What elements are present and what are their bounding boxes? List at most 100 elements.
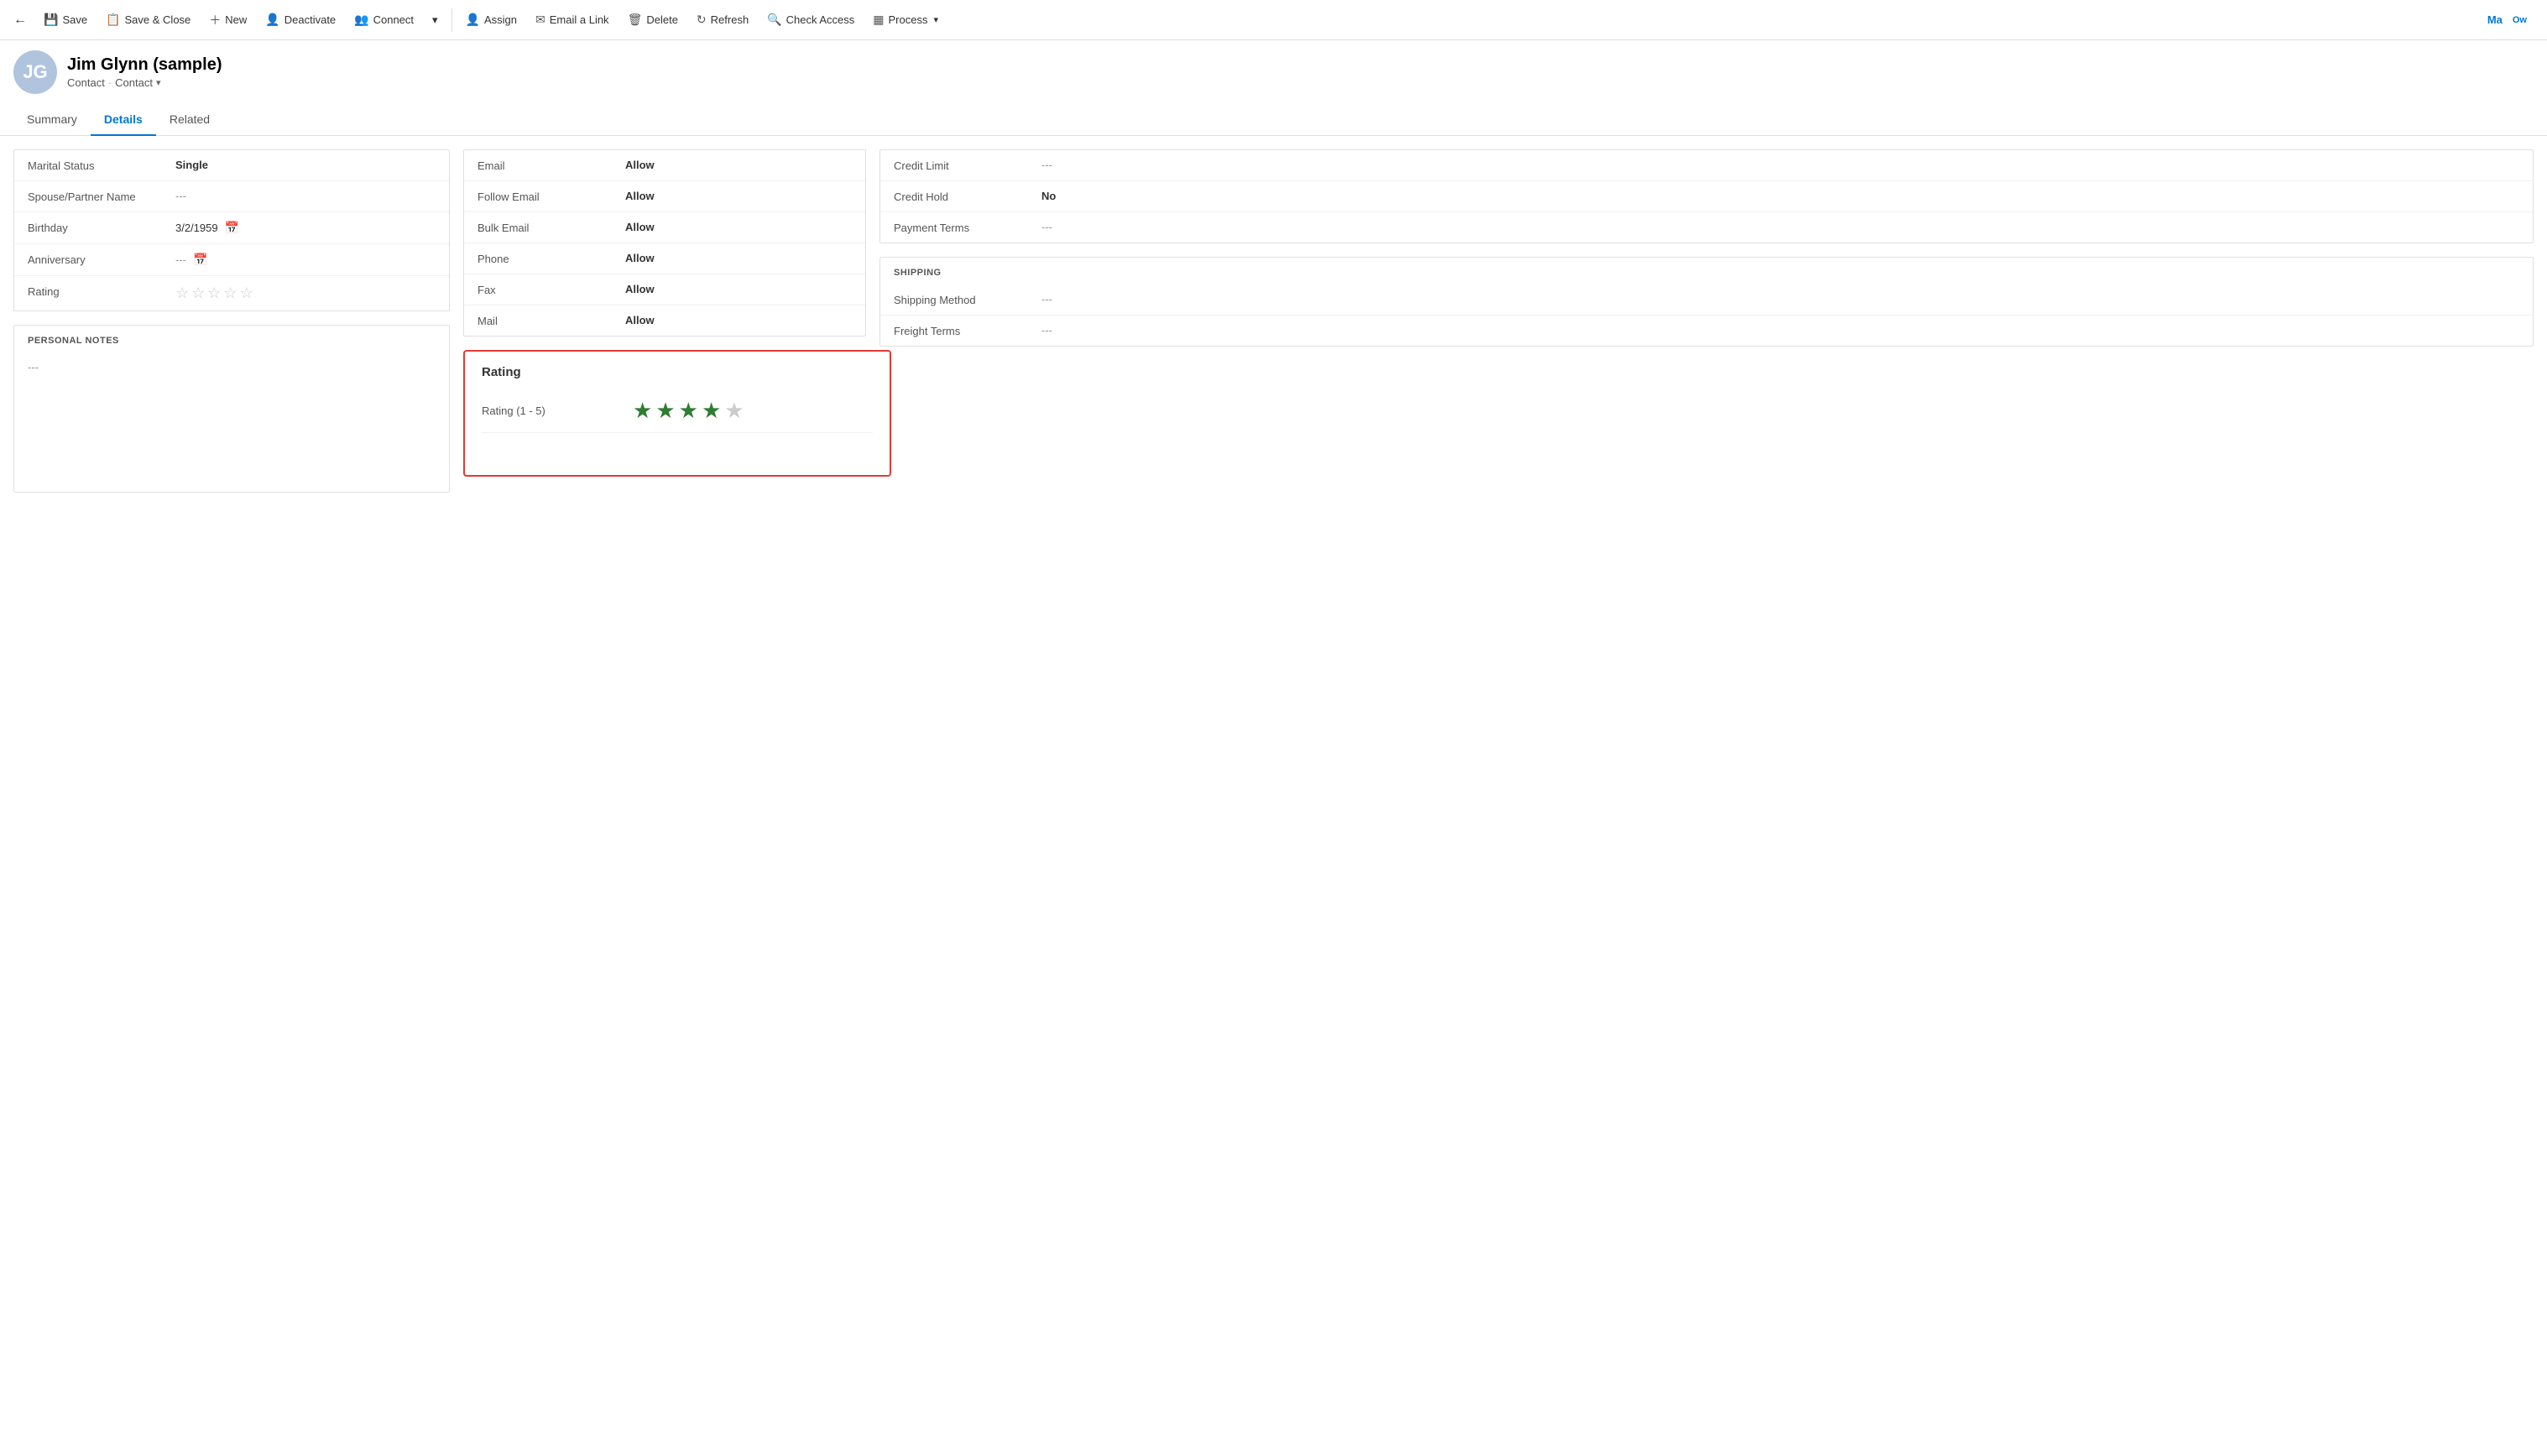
fax-pref-label: Fax: [478, 283, 612, 296]
birthday-value: 3/2/1959 📅: [175, 221, 436, 235]
email-icon: ✉: [535, 13, 545, 27]
freight-terms-value: ---: [1041, 324, 2519, 337]
fax-pref-row: Fax Allow: [464, 274, 865, 305]
new-icon: ＋: [209, 12, 221, 29]
popup-star-3[interactable]: ★: [679, 398, 698, 424]
process-icon: ▦: [873, 13, 884, 27]
star-2[interactable]: ☆: [191, 284, 205, 302]
payment-terms-value: ---: [1041, 221, 2519, 233]
star-4[interactable]: ☆: [223, 284, 237, 302]
left-column: Marital Status Single Spouse/Partner Nam…: [13, 149, 450, 493]
billing-card: Credit Limit --- Credit Hold No Payment …: [879, 149, 2534, 243]
marital-status-value: Single: [175, 159, 436, 171]
bulk-email-row: Bulk Email Allow: [464, 212, 865, 243]
process-button[interactable]: ▦ Process ▾: [864, 8, 947, 32]
phone-pref-row: Phone Allow: [464, 243, 865, 274]
personal-rating-value: ☆ ☆ ☆ ☆ ☆: [175, 284, 436, 302]
personal-rating-row: Rating ☆ ☆ ☆ ☆ ☆: [14, 276, 449, 311]
popup-star-2[interactable]: ★: [655, 398, 675, 424]
anniversary-value: --- 📅: [175, 253, 436, 267]
rating-popup-label: Rating (1 - 5): [482, 404, 616, 417]
rating-popup-row: Rating (1 - 5) ★ ★ ★ ★ ★: [482, 389, 873, 433]
star-5[interactable]: ☆: [240, 284, 253, 302]
email-pref-row: Email Allow: [464, 150, 865, 181]
anniversary-calendar-icon[interactable]: 📅: [193, 253, 207, 267]
contact-header: JG Jim Glynn (sample) Contact · Contact …: [0, 40, 2547, 94]
deactivate-button[interactable]: 👤 Deactivate: [257, 8, 344, 32]
credit-limit-row: Credit Limit ---: [880, 150, 2533, 181]
contact-name: Jim Glynn (sample): [67, 55, 222, 75]
refresh-icon: ↻: [697, 13, 707, 27]
delete-icon: 🗑: [628, 13, 643, 27]
rating-popup-title: Rating: [482, 365, 873, 379]
toolbar: ← 💾 Save 📋 Save & Close ＋ New 👤 Deactiva…: [0, 0, 2547, 40]
marital-status-row: Marital Status Single: [14, 150, 449, 181]
shipping-method-label: Shipping Method: [894, 293, 1028, 306]
assign-button[interactable]: 👤 Assign: [457, 8, 525, 32]
payment-terms-label: Payment Terms: [894, 221, 1028, 234]
personal-notes-value[interactable]: ---: [28, 361, 436, 428]
popup-star-1[interactable]: ★: [633, 398, 652, 424]
birthday-row: Birthday 3/2/1959 📅: [14, 212, 449, 244]
popup-star-5[interactable]: ★: [724, 398, 744, 424]
contact-prefs-card: Email Allow Follow Email Allow Bulk Emai…: [463, 149, 866, 337]
check-access-icon: 🔍: [767, 13, 781, 27]
tab-summary[interactable]: Summary: [13, 104, 91, 136]
credit-limit-label: Credit Limit: [894, 159, 1028, 172]
tab-related[interactable]: Related: [156, 104, 223, 136]
marital-status-label: Marital Status: [28, 159, 162, 172]
contact-info: Jim Glynn (sample) Contact · Contact ▾: [67, 55, 222, 89]
rating-popup-stars[interactable]: ★ ★ ★ ★ ★: [633, 398, 744, 424]
freight-terms-row: Freight Terms ---: [880, 316, 2533, 346]
tab-navigation: Summary Details Related: [0, 104, 2547, 136]
anniversary-row: Anniversary --- 📅: [14, 244, 449, 276]
refresh-button[interactable]: ↻ Refresh: [688, 8, 757, 32]
save-close-button[interactable]: 📋 Save & Close: [97, 8, 199, 32]
spouse-name-value: ---: [175, 190, 436, 202]
birthday-calendar-icon[interactable]: 📅: [225, 221, 239, 235]
mail-pref-label: Mail: [478, 314, 612, 327]
avatar: JG: [13, 50, 57, 94]
email-link-button[interactable]: ✉ Email a Link: [527, 8, 618, 32]
check-access-button[interactable]: 🔍 Check Access: [759, 8, 863, 32]
email-pref-value: Allow: [625, 159, 852, 171]
toolbar-divider: [451, 8, 452, 32]
right-column: Credit Limit --- Credit Hold No Payment …: [879, 149, 2534, 493]
tab-details[interactable]: Details: [91, 104, 156, 136]
save-close-icon: 📋: [106, 13, 120, 27]
bulk-email-value: Allow: [625, 221, 852, 233]
credit-hold-label: Credit Hold: [894, 190, 1028, 203]
personal-rating-stars[interactable]: ☆ ☆ ☆ ☆ ☆: [175, 284, 436, 302]
back-button[interactable]: ←: [7, 7, 34, 34]
user-info: Ma Ow: [2487, 13, 2540, 26]
spouse-name-row: Spouse/Partner Name ---: [14, 181, 449, 212]
bulk-email-label: Bulk Email: [478, 221, 612, 234]
email-pref-label: Email: [478, 159, 612, 172]
save-button[interactable]: 💾 Save: [35, 8, 96, 32]
star-3[interactable]: ☆: [207, 284, 221, 302]
phone-pref-value: Allow: [625, 252, 852, 264]
credit-limit-value: ---: [1041, 159, 2519, 171]
breadcrumb-dropdown-icon[interactable]: ▾: [156, 77, 161, 88]
main-content: Marital Status Single Spouse/Partner Nam…: [0, 136, 2547, 506]
personal-rating-label: Rating: [28, 284, 162, 298]
more-button[interactable]: ▾: [424, 8, 446, 32]
personal-notes-card: PERSONAL NOTES ---: [13, 325, 450, 493]
connect-button[interactable]: 👥 Connect: [346, 8, 422, 32]
popup-star-4[interactable]: ★: [702, 398, 721, 424]
rating-popup-card: Rating Rating (1 - 5) ★ ★ ★ ★ ★: [463, 350, 891, 477]
follow-email-value: Allow: [625, 190, 852, 202]
shipping-title: SHIPPING: [880, 258, 2533, 284]
mail-pref-row: Mail Allow: [464, 305, 865, 336]
credit-hold-row: Credit Hold No: [880, 181, 2533, 212]
freight-terms-label: Freight Terms: [894, 324, 1028, 337]
back-icon: ←: [13, 13, 27, 28]
spouse-name-label: Spouse/Partner Name: [28, 190, 162, 203]
save-icon: 💾: [44, 13, 58, 27]
shipping-method-value: ---: [1041, 293, 2519, 305]
new-button[interactable]: ＋ New: [201, 7, 255, 34]
deactivate-icon: 👤: [265, 13, 279, 27]
delete-button[interactable]: 🗑 Delete: [619, 8, 686, 32]
personal-details-card: Marital Status Single Spouse/Partner Nam…: [13, 149, 450, 311]
star-1[interactable]: ☆: [175, 284, 189, 302]
